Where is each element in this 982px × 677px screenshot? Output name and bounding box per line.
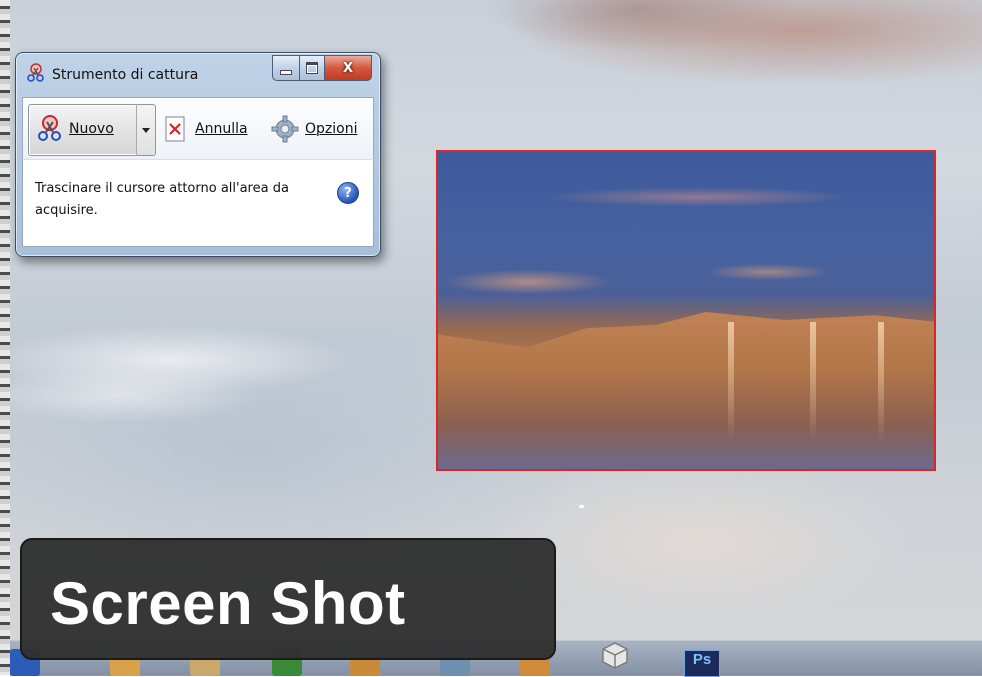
window-title: Strumento di cattura bbox=[52, 67, 199, 83]
close-icon: X bbox=[342, 60, 354, 76]
minimize-button[interactable] bbox=[272, 55, 299, 81]
capture-selection-area[interactable] bbox=[436, 150, 936, 471]
dropdown-arrow-icon bbox=[142, 127, 150, 133]
new-snip-dropdown[interactable] bbox=[136, 104, 156, 156]
desktop-speck bbox=[579, 505, 584, 508]
new-snip-label: Nuovo bbox=[69, 121, 114, 137]
selection-shore-reflection bbox=[438, 312, 934, 469]
help-glyph: ? bbox=[344, 185, 352, 201]
caption-box: Screen Shot bbox=[20, 538, 556, 660]
window-titlebar[interactable]: Strumento di cattura X bbox=[16, 53, 380, 95]
help-icon[interactable]: ? bbox=[337, 182, 359, 204]
maximize-icon bbox=[306, 62, 318, 74]
desktop-background: Strumento di cattura X Nuovo Annulla Opz… bbox=[0, 0, 982, 677]
close-button[interactable]: X bbox=[324, 55, 372, 81]
instruction-panel: Trascinare il cursore attorno all'area d… bbox=[22, 159, 374, 247]
photoshop-label: Ps bbox=[692, 651, 712, 668]
scissors-icon bbox=[26, 63, 46, 83]
gear-icon bbox=[271, 115, 299, 143]
selection-light-streak bbox=[728, 322, 734, 442]
scissors-icon bbox=[37, 115, 63, 143]
left-edge-strip bbox=[0, 0, 10, 675]
window-controls: X bbox=[272, 55, 372, 81]
snipping-toolbar: Nuovo Annulla Opzioni bbox=[22, 97, 374, 160]
cancel-x-icon bbox=[165, 116, 185, 142]
selection-light-streak bbox=[810, 322, 816, 442]
caption-text: Screen Shot bbox=[50, 569, 406, 637]
options-button[interactable]: Opzioni bbox=[271, 104, 357, 154]
package-icon[interactable] bbox=[600, 640, 630, 670]
cancel-button[interactable]: Annulla bbox=[165, 104, 248, 154]
instruction-text: Trascinare il cursore attorno all'area d… bbox=[35, 181, 289, 218]
maximize-button[interactable] bbox=[299, 55, 324, 81]
options-label: Opzioni bbox=[305, 121, 358, 137]
cancel-label: Annulla bbox=[195, 121, 248, 137]
minimize-icon bbox=[280, 69, 292, 75]
new-snip-button[interactable]: Nuovo bbox=[28, 104, 138, 156]
snipping-tool-window: Strumento di cattura X Nuovo Annulla Opz… bbox=[15, 52, 381, 257]
photoshop-icon[interactable]: Ps bbox=[684, 650, 720, 677]
selection-light-streak bbox=[878, 322, 884, 442]
